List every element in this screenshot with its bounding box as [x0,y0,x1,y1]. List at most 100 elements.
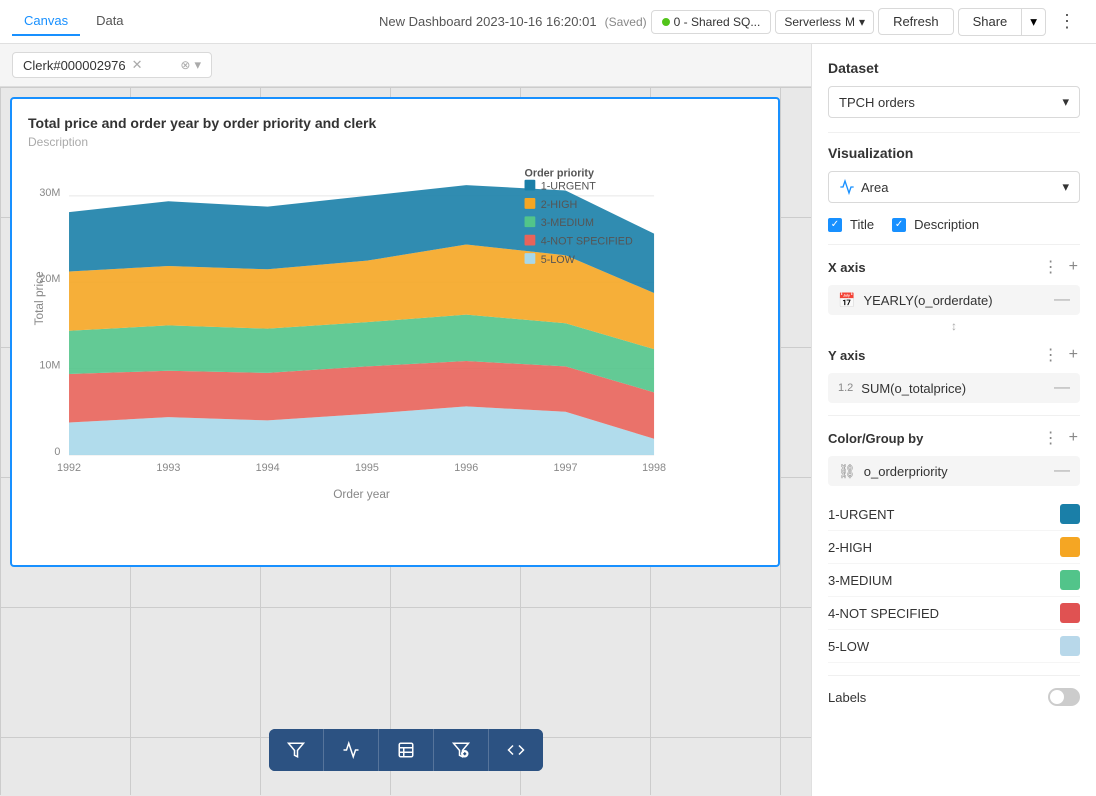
share-button[interactable]: Share [958,8,1022,36]
dataset-label: Dataset [828,60,1080,76]
size-label: M [845,15,855,29]
y-axis-section: Y axis ⋮ + 1.2 SUM(o_totalprice) — [828,345,1080,403]
svg-text:4-NOT SPECIFIED: 4-NOT SPECIFIED [541,235,633,247]
svg-text:10M: 10M [39,360,60,372]
tab-canvas[interactable]: Canvas [12,7,80,36]
chevron-down-icon: ▾ [1062,179,1069,195]
close-icon[interactable]: ✕ [132,57,143,73]
color-label-notspecified: 4-NOT SPECIFIED [828,606,939,621]
group-icon: ⛓ [838,463,856,480]
check-icon: ✓ [895,219,903,230]
dataset-value: TPCH orders [839,95,915,110]
title-checkbox[interactable]: ✓ [828,218,842,232]
svg-text:1997: 1997 [554,462,578,474]
filter-tag-value: Clerk#000002976 [23,58,126,73]
y-axis-controls: ⋮ + [1041,345,1080,365]
color-group-header: Color/Group by ⋮ + [828,428,1080,448]
svg-text:30M: 30M [39,187,60,199]
color-swatch-low[interactable] [1060,636,1080,656]
x-axis-header: X axis ⋮ + [828,257,1080,277]
chart-svg: Total price 30M 20M 10M 0 [28,157,762,537]
color-group-add-button[interactable]: + [1067,429,1080,447]
color-group-title: Color/Group by [828,431,923,446]
filter-bar: Clerk#000002976 ✕ ⊗ ▾ [0,44,811,87]
color-group-section: Color/Group by ⋮ + ⛓ o_orderpriority — [828,428,1080,486]
grid-canvas: Total price and order year by order prio… [0,87,811,795]
color-row-medium: 3-MEDIUM [828,564,1080,597]
visualization-label: Visualization [828,145,1080,161]
visualization-value: Area [861,180,888,195]
chevron-down-icon: ▾ [1062,94,1069,110]
color-label-low: 5-LOW [828,639,869,654]
right-panel: Dataset TPCH orders ▾ Visualization Area… [811,44,1096,796]
color-list: 1-URGENT 2-HIGH 3-MEDIUM 4-NOT SPECIFIED… [828,498,1080,663]
filter-clear-icon[interactable]: ⊗ [180,58,190,72]
title-label: Title [850,217,874,232]
title-checkbox-row: ✓ Title ✓ Description [828,217,1080,232]
color-swatch-notspecified[interactable] [1060,603,1080,623]
y-axis-item-label: SUM(o_totalprice) [861,381,1046,396]
toggle-knob [1050,690,1064,704]
dashboard-info: New Dashboard 2023-10-16 16:20:01 (Saved… [379,14,647,29]
color-group-controls: ⋮ + [1041,428,1080,448]
visualization-select[interactable]: Area ▾ [828,171,1080,203]
dataset-select[interactable]: TPCH orders ▾ [828,86,1080,118]
serverless-label: Serverless [784,15,841,29]
y-axis-add-button[interactable]: + [1067,346,1080,364]
color-row-low: 5-LOW [828,630,1080,663]
area-chart-icon [839,179,855,195]
svg-text:0: 0 [54,446,60,458]
svg-text:1992: 1992 [57,462,81,474]
color-group-remove-button[interactable]: — [1054,462,1070,480]
color-group-item-label: o_orderpriority [864,464,1046,479]
color-swatch-high[interactable] [1060,537,1080,557]
x-axis-remove-button[interactable]: — [1054,291,1070,309]
svg-text:3-MEDIUM: 3-MEDIUM [541,217,594,229]
labels-label: Labels [828,690,866,705]
svg-text:20M: 20M [39,273,60,285]
description-checkbox[interactable]: ✓ [892,218,906,232]
color-swatch-urgent[interactable] [1060,504,1080,524]
y-axis-remove-button[interactable]: — [1054,379,1070,397]
svg-text:1-URGENT: 1-URGENT [541,180,597,192]
canvas-area: Clerk#000002976 ✕ ⊗ ▾ Total price and or… [0,44,811,796]
color-label-urgent: 1-URGENT [828,507,894,522]
y-axis-title: Y axis [828,348,865,363]
x-axis-item-label: YEARLY(o_orderdate) [863,293,1046,308]
calendar-icon: 📅 [838,292,855,309]
refresh-button[interactable]: Refresh [878,8,954,35]
status-text: 0 - Shared SQ... [674,15,761,29]
svg-text:Order year: Order year [333,487,390,501]
serverless-select[interactable]: Serverless M ▾ [775,10,874,34]
labels-row: Labels [828,688,1080,706]
description-label: Description [914,217,979,232]
x-axis-section: X axis ⋮ + 📅 YEARLY(o_orderdate) — ↕ [828,257,1080,333]
code-toolbar-button[interactable] [489,729,543,771]
filter-tag[interactable]: Clerk#000002976 ✕ ⊗ ▾ [12,52,212,78]
share-dropdown-button[interactable]: ▾ [1021,8,1046,36]
y-axis-more-button[interactable]: ⋮ [1041,345,1061,365]
sort-icon: ↕ [828,319,1080,333]
svg-text:1995: 1995 [355,462,379,474]
filter-toolbar-button[interactable] [269,729,324,771]
chart-toolbar-button[interactable] [324,729,379,771]
main-layout: Clerk#000002976 ✕ ⊗ ▾ Total price and or… [0,44,1096,796]
svg-text:Order priority: Order priority [525,167,595,179]
numeric-icon: 1.2 [838,382,853,394]
svg-text:2-HIGH: 2-HIGH [541,199,578,211]
dashboard-name: New Dashboard 2023-10-16 16:20:01 [379,14,597,29]
more-options-button[interactable]: ⋮ [1050,7,1084,36]
filter-expand-icon[interactable]: ▾ [194,57,201,73]
bottom-toolbar [269,729,543,771]
x-axis-add-button[interactable]: + [1067,258,1080,276]
color-group-more-button[interactable]: ⋮ [1041,428,1061,448]
tab-data[interactable]: Data [84,7,135,36]
x-axis-more-button[interactable]: ⋮ [1041,257,1061,277]
connection-status[interactable]: 0 - Shared SQ... [651,10,772,34]
funnel-toolbar-button[interactable] [434,729,489,771]
labels-toggle[interactable] [1048,688,1080,706]
table-toolbar-button[interactable] [379,729,434,771]
color-swatch-medium[interactable] [1060,570,1080,590]
x-axis-item: 📅 YEARLY(o_orderdate) — [828,285,1080,315]
chevron-down-icon: ▾ [859,15,865,29]
